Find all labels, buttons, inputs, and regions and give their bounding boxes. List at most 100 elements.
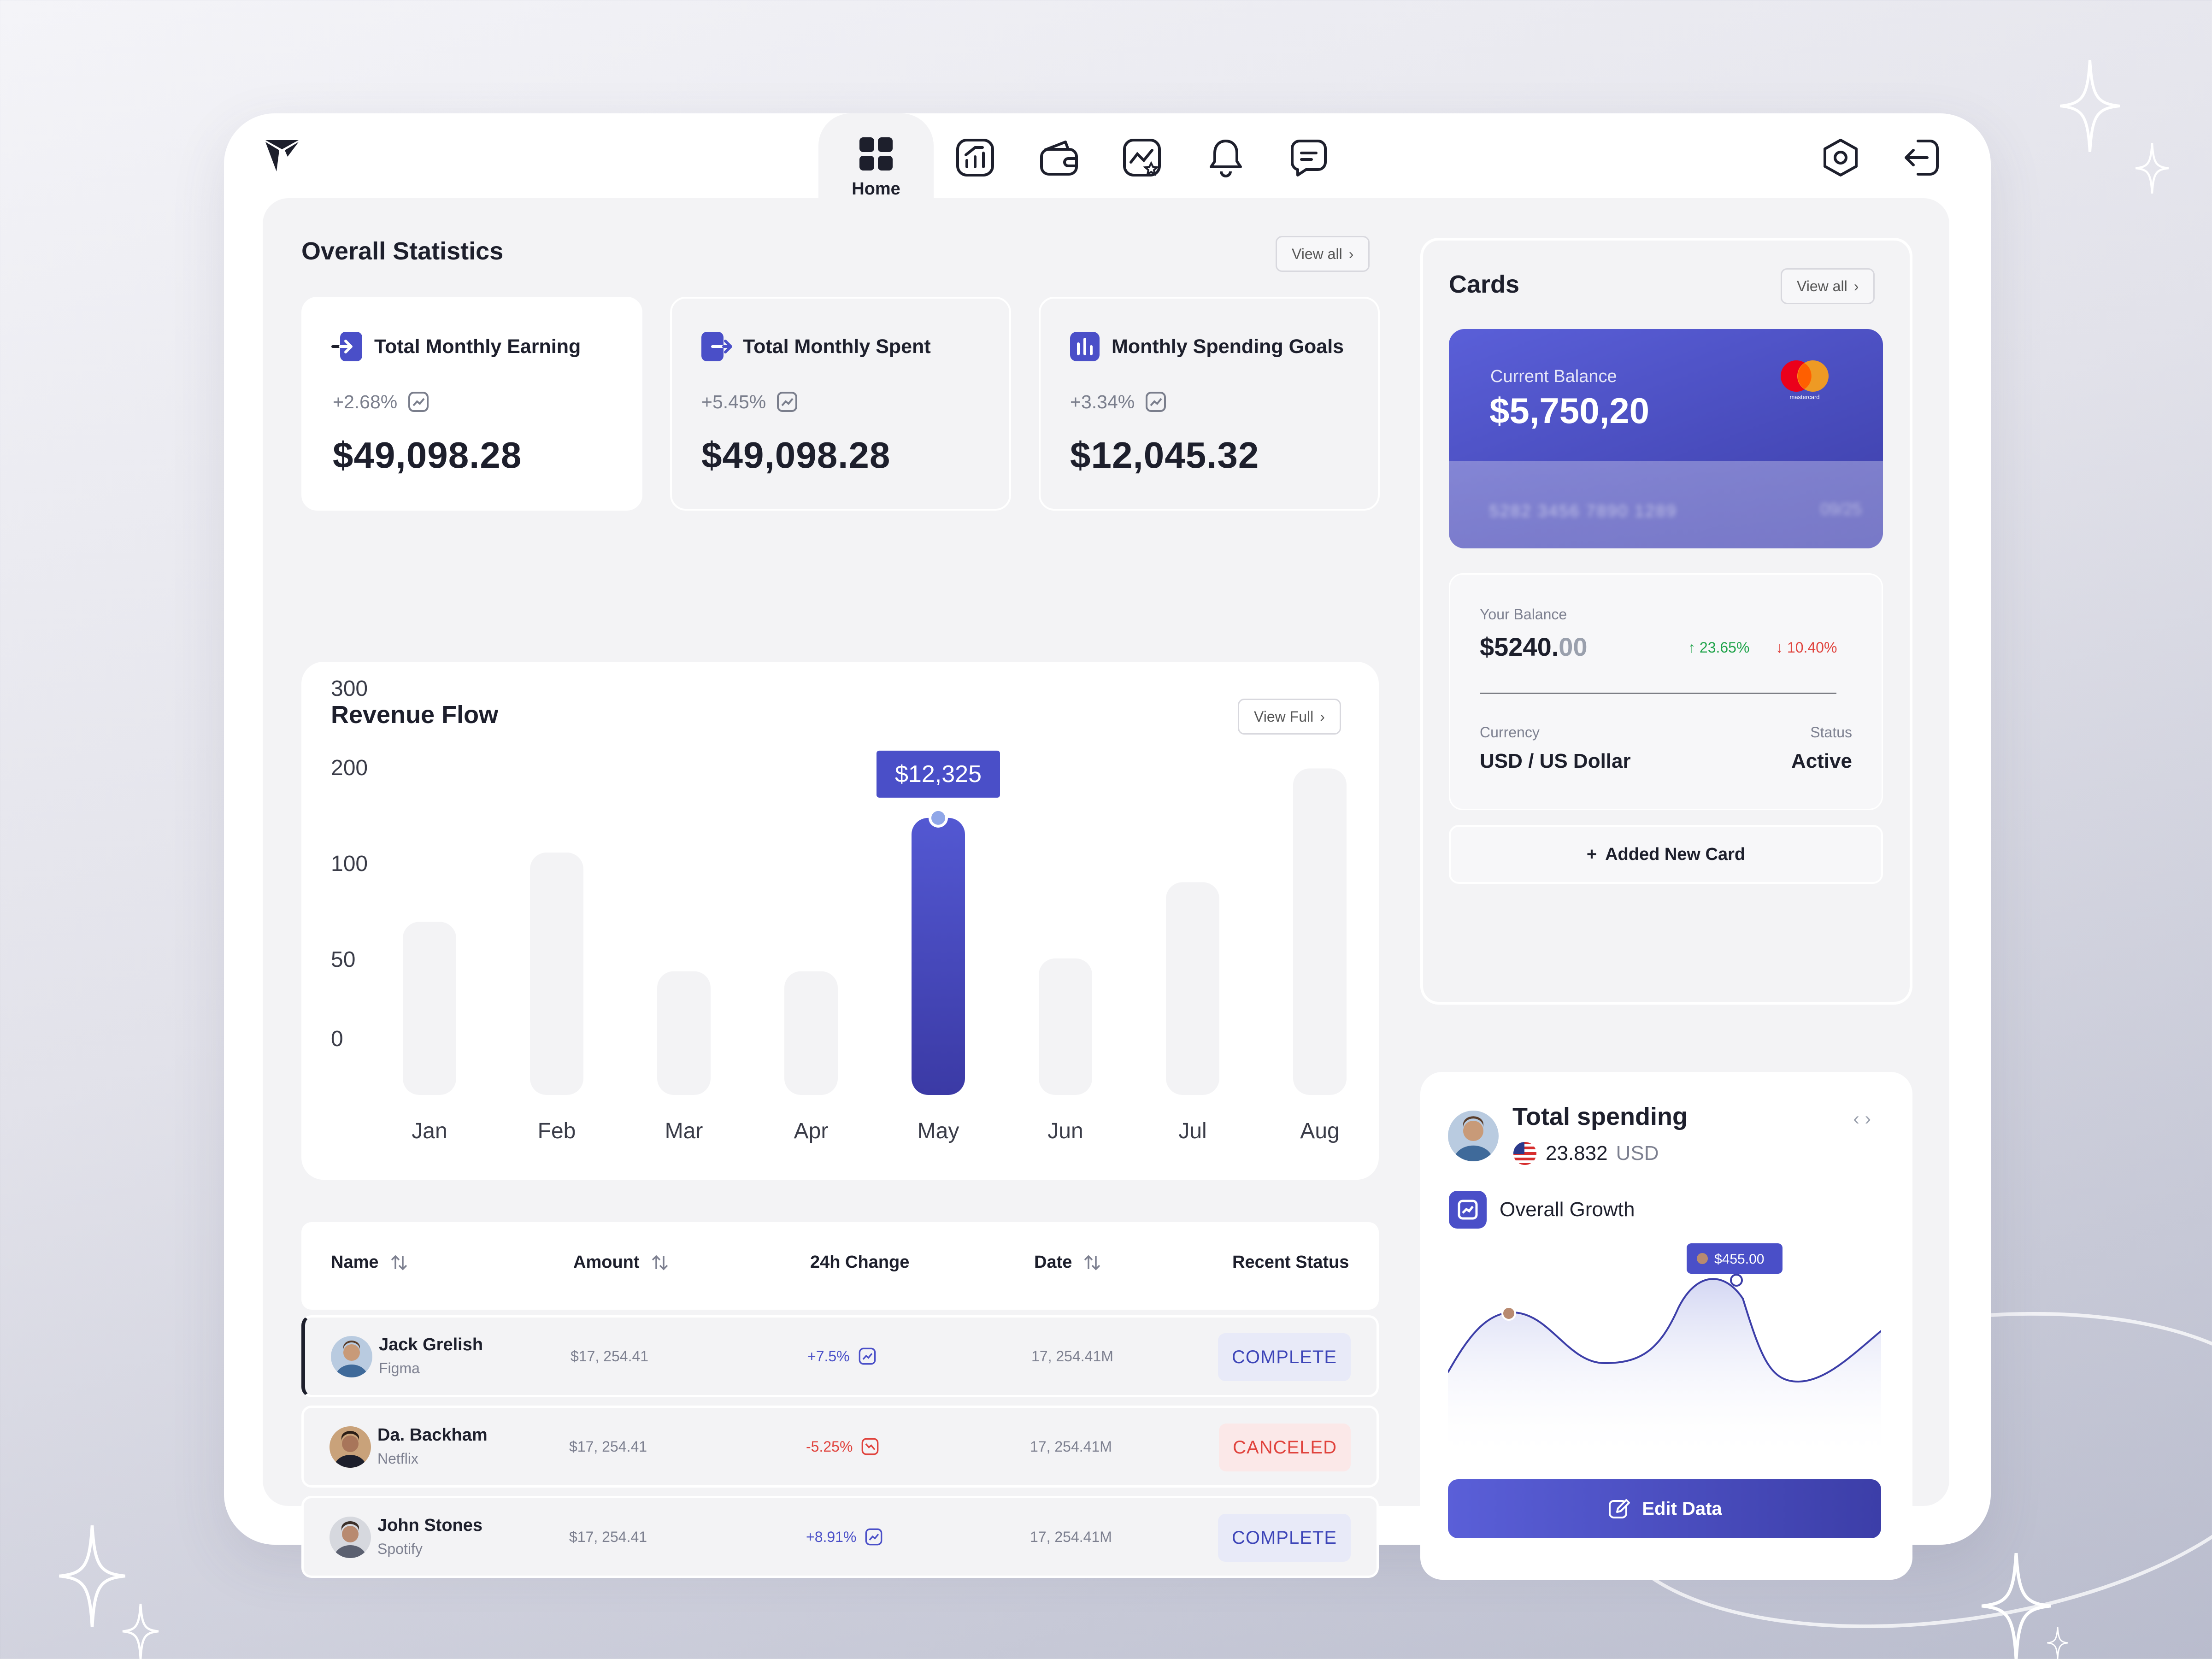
row-company: Netflix xyxy=(377,1450,418,1467)
spending-pager[interactable]: ‹› xyxy=(1853,1109,1877,1130)
chevron-left-icon[interactable]: ‹ xyxy=(1853,1109,1865,1129)
bar-jun[interactable] xyxy=(1039,958,1092,1095)
brand-logo xyxy=(265,140,299,171)
table-row[interactable]: Da. Backham Netflix $17, 254.41 -5.25% 1… xyxy=(301,1406,1379,1488)
y-tick-label: 0 xyxy=(331,1027,343,1051)
edit-icon xyxy=(1609,1499,1630,1518)
column-date[interactable]: Date xyxy=(1034,1253,1101,1272)
stat-value: $12,045.32 xyxy=(1070,435,1259,476)
stat-card-earning[interactable]: Total Monthly Earning +2.68% $49,098.28 xyxy=(301,297,642,511)
sort-icon[interactable] xyxy=(651,1253,669,1272)
add-new-card-button[interactable]: + Added New Card xyxy=(1449,825,1883,884)
row-amount: $17, 254.41 xyxy=(571,1348,649,1365)
stat-title: Total Monthly Earning xyxy=(374,335,581,358)
add-card-label: Added New Card xyxy=(1605,844,1746,864)
analytics-icon[interactable] xyxy=(954,136,996,179)
total-spending-panel: Total spending 23.832 USD ‹› Overall Gro… xyxy=(1420,1072,1912,1580)
growth-area xyxy=(1448,1279,1881,1460)
bar-jan[interactable] xyxy=(403,922,456,1095)
sparkle-icon xyxy=(2136,143,2169,194)
bar-apr[interactable] xyxy=(784,971,838,1095)
trend-down-icon xyxy=(862,1438,879,1455)
column-change[interactable]: 24h Change xyxy=(810,1253,909,1272)
sparkle-icon xyxy=(122,1604,159,1659)
y-tick-label: 100 xyxy=(331,852,368,876)
arrow-out-icon xyxy=(701,332,732,361)
bar-feb[interactable] xyxy=(530,852,583,1095)
growth-tooltip-label: $455.00 xyxy=(1714,1252,1764,1267)
stat-change: +2.68% xyxy=(333,391,398,412)
status-label: Status xyxy=(1810,724,1852,741)
stat-card-spent[interactable]: Total Monthly Spent +5.45% $49,098.28 xyxy=(670,297,1011,511)
column-status[interactable]: Recent Status xyxy=(1232,1253,1349,1272)
row-date: 17, 254.41M xyxy=(1030,1529,1112,1545)
tab-home-label: Home xyxy=(852,179,900,199)
tab-home-content[interactable]: Home xyxy=(828,135,924,199)
overall-growth: Overall Growth xyxy=(1448,1190,1635,1230)
x-tick-label: Jun xyxy=(1047,1119,1083,1143)
avatar xyxy=(331,1336,372,1377)
stat-card-goals[interactable]: Monthly Spending Goals +3.34% $12,045.32 xyxy=(1039,297,1380,511)
row-change-value: +7.5% xyxy=(807,1347,850,1365)
sort-icon[interactable] xyxy=(390,1253,408,1272)
cards-view-all-button[interactable]: View all › xyxy=(1781,268,1875,304)
y-tick-label: 200 xyxy=(331,756,368,780)
bell-icon[interactable] xyxy=(1205,136,1247,179)
logout-icon[interactable] xyxy=(1900,136,1942,179)
stat-change: +5.45% xyxy=(701,391,766,412)
credit-card[interactable]: Current Balance $5,750,20 5282 3456 7890… xyxy=(1449,329,1883,548)
bar-mar[interactable] xyxy=(657,971,711,1095)
sort-icon[interactable] xyxy=(1083,1253,1101,1272)
x-tick-label: Mar xyxy=(665,1119,703,1143)
edit-data-label: Edit Data xyxy=(1642,1498,1722,1519)
sparkle-icon xyxy=(2047,1627,2068,1659)
status-badge: COMPLETE xyxy=(1218,1333,1351,1381)
column-amount[interactable]: Amount xyxy=(573,1253,669,1272)
row-amount: $17, 254.41 xyxy=(569,1529,647,1545)
bar-may[interactable] xyxy=(912,818,965,1095)
row-change-value: +8.91% xyxy=(806,1528,857,1545)
row-name: John Stones xyxy=(377,1516,483,1535)
x-tick-label: Feb xyxy=(538,1119,576,1143)
table-row[interactable]: John Stones Spotify $17, 254.41 +8.91% 1… xyxy=(301,1496,1379,1578)
column-name[interactable]: Name xyxy=(331,1253,408,1272)
view-all-label: View all xyxy=(1292,245,1342,262)
x-tick-label: Aug xyxy=(1300,1119,1339,1143)
mastercard-logo: mastercard xyxy=(1781,360,1829,400)
wallet-icon[interactable] xyxy=(1038,136,1080,179)
x-tick-label: Jul xyxy=(1178,1119,1206,1143)
bar-jul[interactable] xyxy=(1166,882,1219,1095)
table-row[interactable]: Jack Grelish Figma $17, 254.41 +7.5% 17,… xyxy=(301,1315,1379,1397)
overall-view-all-button[interactable]: View all › xyxy=(1276,236,1370,272)
main-content: Overall Statistics View all › Total Mont… xyxy=(263,198,1949,1580)
x-tick-label: May xyxy=(918,1119,959,1143)
bar-tooltip-label: $12,325 xyxy=(895,761,982,788)
status-value: Active xyxy=(1791,750,1852,772)
stat-value: $49,098.28 xyxy=(333,435,522,476)
edit-data-button[interactable]: Edit Data xyxy=(1448,1479,1881,1538)
plus-icon: + xyxy=(1586,844,1597,864)
bar-highlight-marker xyxy=(929,808,948,828)
column-status-label: Recent Status xyxy=(1232,1253,1349,1272)
us-flag-icon xyxy=(1513,1142,1536,1165)
settings-icon[interactable] xyxy=(1819,136,1862,179)
total-spending-title: Total spending xyxy=(1512,1103,1688,1130)
column-name-label: Name xyxy=(331,1253,379,1272)
your-balance-label: Your Balance xyxy=(1480,606,1567,623)
x-tick-label: Jan xyxy=(412,1119,447,1143)
tooltip-marker xyxy=(1730,1274,1743,1287)
chevron-right-icon: › xyxy=(1348,245,1354,262)
chart-star-icon[interactable] xyxy=(1121,136,1163,179)
card-number: 5282 3456 7890 1289 xyxy=(1489,501,1677,520)
row-change: +8.91% xyxy=(806,1528,883,1546)
trend-up-icon xyxy=(777,392,798,412)
current-balance-label: Current Balance xyxy=(1490,367,1617,386)
avatar-marker xyxy=(1501,1306,1516,1321)
message-icon[interactable] xyxy=(1288,136,1330,179)
balance-details: Your Balance $5240.00 ↑ 23.65% ↓ 10.40% … xyxy=(1449,573,1883,810)
chevron-right-icon[interactable]: › xyxy=(1865,1109,1877,1129)
cards-panel: Cards View all › Current Balance $5,750,… xyxy=(1420,238,1912,1005)
trend-up-icon xyxy=(408,392,429,412)
bar-aug[interactable] xyxy=(1293,768,1347,1095)
spending-value: 23.832 xyxy=(1546,1142,1608,1165)
